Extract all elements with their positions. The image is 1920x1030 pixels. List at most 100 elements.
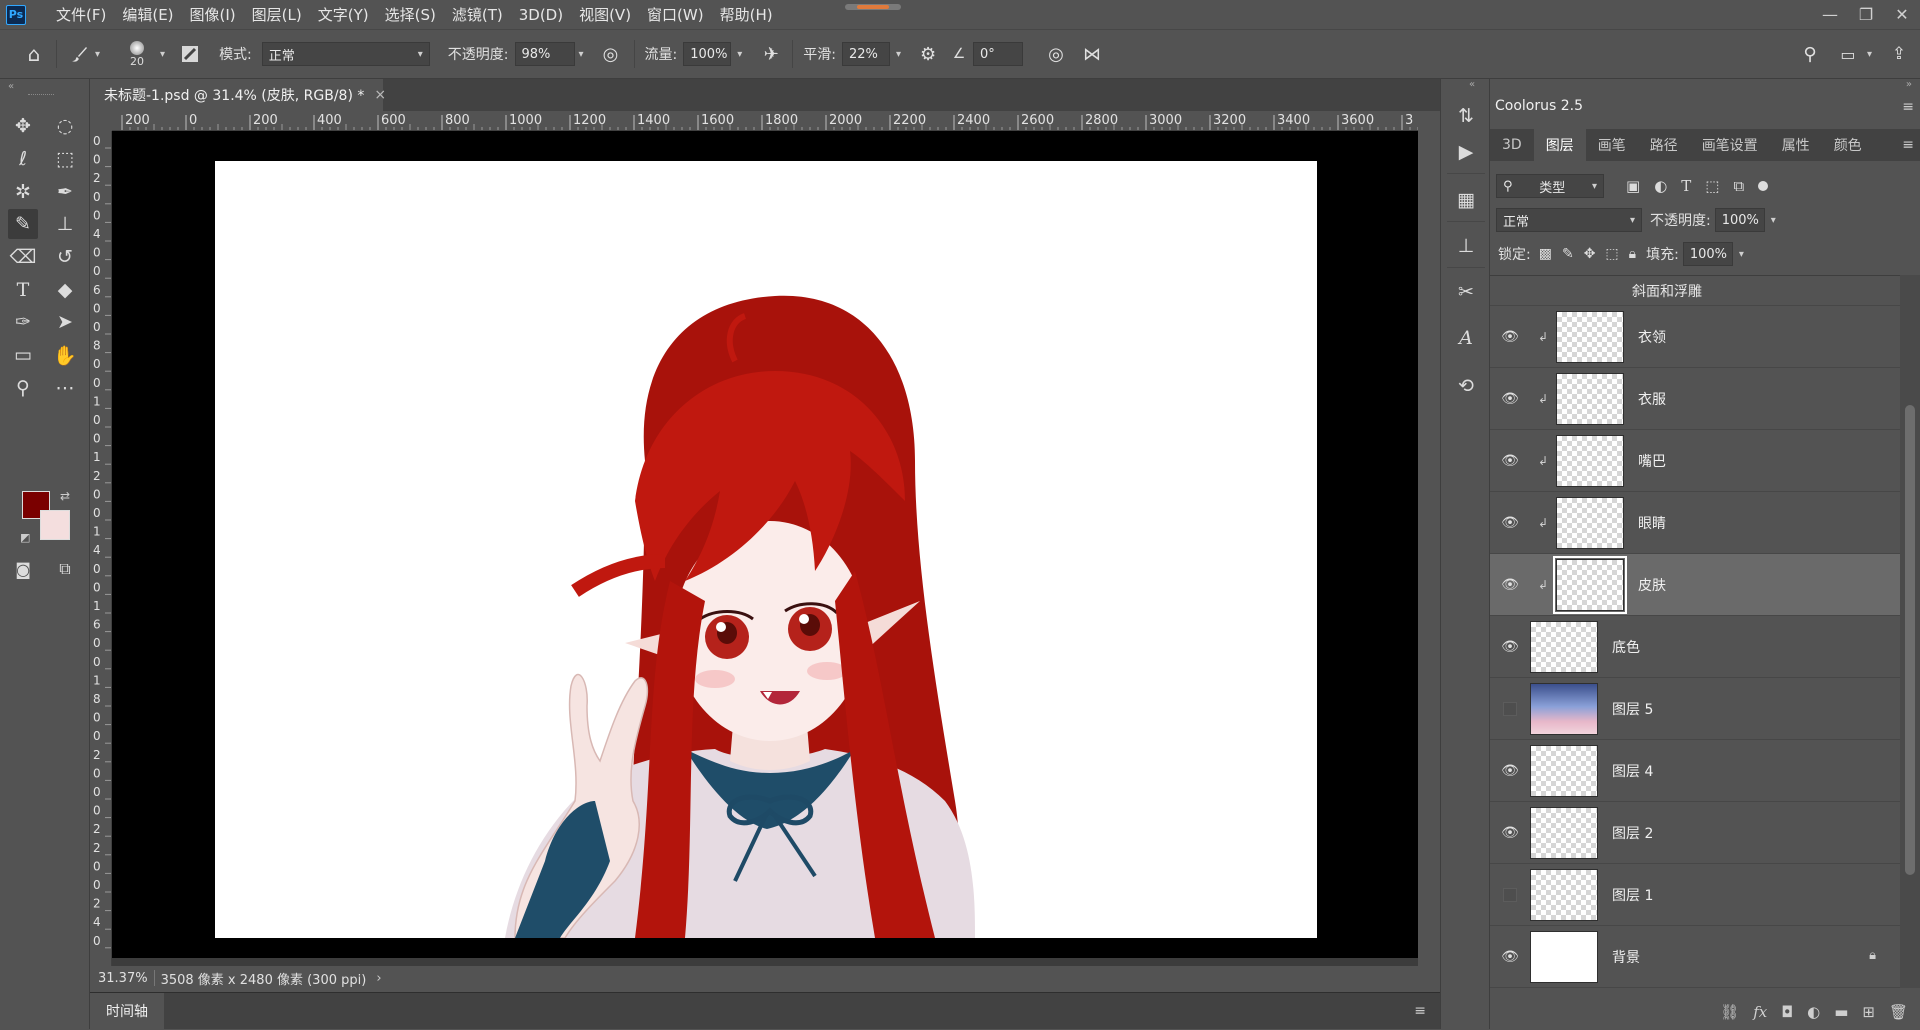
tab-brushes[interactable]: 画笔	[1586, 129, 1638, 161]
horizontal-scrollbar[interactable]	[112, 958, 1418, 966]
layer-name[interactable]: 背景	[1612, 947, 1640, 967]
symmetry-butterfly-icon[interactable]: ⋈	[1077, 44, 1107, 65]
layer-name[interactable]: 眼睛	[1638, 513, 1666, 533]
airbrush-icon[interactable]: ✈	[756, 44, 786, 65]
menu-select[interactable]: 选择(S)	[385, 4, 436, 25]
layer-row[interactable]: 👁︎ ↲ 眼睛	[1490, 492, 1900, 554]
rectangle-tool-icon[interactable]: ▭	[8, 340, 38, 370]
menu-layer[interactable]: 图层(L)	[252, 4, 302, 25]
filter-kind-select[interactable]: ⚲ 类型 ▾	[1496, 174, 1604, 198]
panel-menu-icon[interactable]: ≡	[1902, 99, 1914, 115]
close-icon[interactable]: ×	[374, 87, 386, 103]
tool-presets-icon[interactable]: ✂	[1449, 277, 1483, 307]
collapse-icon[interactable]: «	[1469, 79, 1475, 90]
layer-row[interactable]: 👁︎ ↲ 皮肤	[1490, 554, 1900, 616]
layer-thumbnail[interactable]	[1530, 930, 1598, 983]
filter-adjustment-icon[interactable]: ◐	[1654, 177, 1667, 195]
layer-name[interactable]: 图层 2	[1612, 823, 1653, 843]
layer-thumbnail[interactable]	[1556, 496, 1624, 549]
opacity-input[interactable]: 98%	[514, 42, 575, 66]
layer-name[interactable]: 嘴巴	[1638, 451, 1666, 471]
layer-thumbnail[interactable]	[1530, 682, 1598, 735]
visibility-off-toggle[interactable]	[1490, 887, 1530, 902]
layer-thumbnail[interactable]	[1556, 434, 1624, 487]
chevron-down-icon[interactable]: ▾	[1739, 249, 1744, 260]
chevron-down-icon[interactable]: ▾	[737, 49, 742, 60]
layer-thumbnail[interactable]	[1556, 372, 1624, 425]
pressure-size-icon[interactable]: ◎	[1041, 44, 1071, 65]
new-group-icon[interactable]: ▬	[1834, 1003, 1848, 1021]
layer-thumbnail[interactable]	[1530, 744, 1598, 797]
tab-properties[interactable]: 属性	[1770, 129, 1822, 161]
eye-icon[interactable]: 👁︎	[1490, 453, 1530, 469]
background-color-swatch[interactable]	[40, 510, 70, 540]
lock-pixels-icon[interactable]: ✎	[1562, 246, 1574, 262]
clone-stamp-icon[interactable]: ⊥	[50, 209, 80, 239]
move-tool-icon[interactable]: ✥	[8, 111, 38, 141]
menu-filter[interactable]: 滤镜(T)	[452, 4, 503, 25]
workspace-icon[interactable]: ▭	[1833, 45, 1863, 64]
type-tool-icon[interactable]: T	[8, 275, 38, 305]
hand-tool-icon[interactable]: ✋	[50, 340, 80, 370]
tab-paths[interactable]: 路径	[1638, 129, 1690, 161]
chevron-down-icon[interactable]: ▾	[1771, 215, 1776, 226]
fill-input[interactable]: 100%	[1682, 242, 1733, 266]
menu-type[interactable]: 文字(Y)	[318, 4, 369, 25]
menu-view[interactable]: 视图(V)	[579, 4, 631, 25]
swatches-grid-icon[interactable]: ▦	[1449, 185, 1483, 215]
chevron-down-icon[interactable]: ▾	[1867, 49, 1872, 60]
menu-3d[interactable]: 3D(D)	[519, 6, 563, 24]
actions-play-icon[interactable]: ▶	[1449, 137, 1483, 167]
layer-opacity-input[interactable]: 100%	[1714, 208, 1765, 232]
lock-icon[interactable]: 🔒︎	[1869, 948, 1876, 963]
blend-mode-select[interactable]: 正常 ▾	[1496, 208, 1642, 232]
path-select-icon[interactable]: ➤	[50, 307, 80, 337]
eye-icon[interactable]: 👁︎	[1490, 515, 1530, 531]
tab-brush-settings[interactable]: 画笔设置	[1690, 129, 1770, 161]
layer-effect-row[interactable]: 斜面和浮雕	[1490, 276, 1900, 306]
eye-icon[interactable]: 👁︎	[1490, 391, 1530, 407]
scroll-thumb[interactable]	[1905, 405, 1915, 875]
character-panel-icon[interactable]: A	[1449, 323, 1483, 353]
minimize-button[interactable]: —	[1812, 0, 1848, 29]
clone-source-icon[interactable]: ⊥	[1449, 231, 1483, 261]
menu-help[interactable]: 帮助(H)	[720, 4, 773, 25]
add-mask-icon[interactable]: ◘	[1781, 1003, 1793, 1021]
history-clock-icon[interactable]: ⟲	[1449, 371, 1483, 401]
filter-toggle-icon[interactable]	[1758, 181, 1769, 191]
ruler-origin[interactable]	[90, 111, 112, 131]
eye-icon[interactable]: 👁︎	[1490, 577, 1530, 593]
magic-wand-icon[interactable]: ✲	[8, 177, 38, 207]
menu-image[interactable]: 图像(I)	[190, 4, 236, 25]
gear-icon[interactable]: ⚙	[913, 44, 943, 65]
object-select-icon[interactable]: ⬚	[50, 144, 80, 174]
layer-row[interactable]: 👁︎ ↲ 衣服	[1490, 368, 1900, 430]
eye-icon[interactable]: 👁︎	[1490, 825, 1530, 841]
menu-file[interactable]: 文件(F)	[56, 4, 106, 25]
brush-tool-icon[interactable]	[63, 44, 95, 64]
layer-name[interactable]: 底色	[1612, 637, 1640, 657]
layers-scrollbar[interactable]	[1900, 275, 1920, 988]
layer-name[interactable]: 图层 1	[1612, 885, 1653, 905]
filter-smart-object-icon[interactable]: ⧉	[1733, 177, 1744, 195]
chevron-down-icon[interactable]: ▾	[160, 49, 165, 60]
filter-pixel-icon[interactable]: ▣	[1626, 177, 1640, 195]
layer-thumbnail[interactable]	[1530, 868, 1598, 921]
filter-type-icon[interactable]: T	[1681, 177, 1691, 195]
flow-input[interactable]: 100%	[683, 42, 732, 66]
layer-thumbnail[interactable]	[1530, 806, 1598, 859]
eye-icon[interactable]: 👁︎	[1490, 763, 1530, 779]
lock-position-icon[interactable]: ✥	[1584, 246, 1596, 262]
zoom-level[interactable]: 31.37%	[98, 971, 148, 986]
layer-thumbnail[interactable]	[1530, 620, 1598, 673]
document-tab[interactable]: 未标题-1.psd @ 31.4% (皮肤, RGB/8) * ×	[90, 79, 386, 111]
history-brush-icon[interactable]: ⇅	[1449, 101, 1483, 131]
brush-preset-picker[interactable]: 20	[114, 40, 160, 68]
layer-name[interactable]: 衣服	[1638, 389, 1666, 409]
pen-tool-icon[interactable]: ✑	[8, 307, 38, 337]
pressure-opacity-icon[interactable]: ◎	[596, 44, 626, 65]
panel-menu-icon[interactable]: ≡	[1902, 129, 1914, 161]
tab-layers[interactable]: 图层	[1533, 129, 1586, 161]
link-layers-icon[interactable]: ⛓	[1720, 1003, 1739, 1021]
more-tools-icon[interactable]: ⋯	[50, 373, 80, 403]
